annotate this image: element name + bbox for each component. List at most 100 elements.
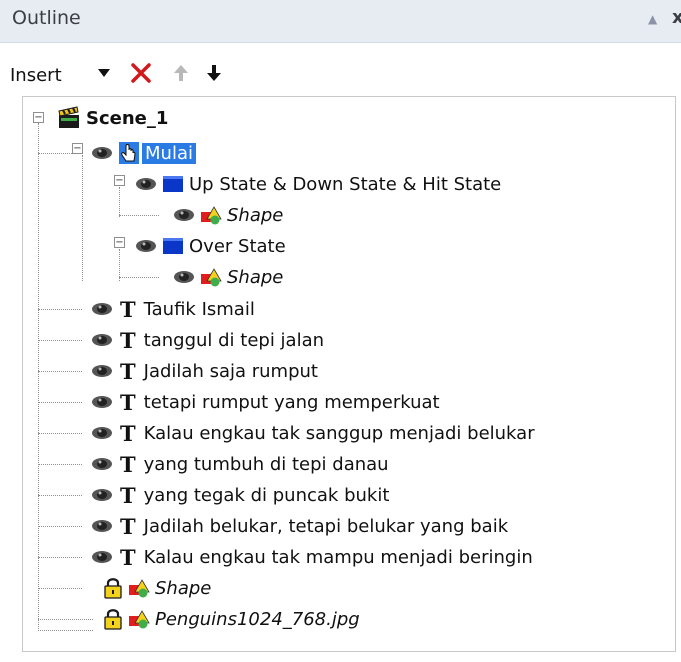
eye-icon <box>91 550 113 564</box>
text-label: Jadilah belukar, tetapi belukar yang bai… <box>143 515 509 537</box>
arrow-down-icon[interactable] <box>200 57 228 89</box>
blue-square-icon <box>162 175 184 193</box>
text-label: Jadilah saja rumput <box>143 360 318 382</box>
tree-item-text[interactable]: T Jadilah belukar, tetapi belukar yang b… <box>91 511 508 541</box>
tree-item-text[interactable]: T Jadilah saja rumput <box>91 356 318 386</box>
pin-icon[interactable]: ▲ <box>648 12 657 26</box>
eye-icon <box>91 488 113 502</box>
eye-icon <box>91 519 113 533</box>
collapse-toggle[interactable]: − <box>33 112 44 123</box>
tree-item-text[interactable]: T tetapi rumput yang memperkuat <box>91 387 440 417</box>
tree-item-locked-image[interactable]: Penguins1024_768.jpg <box>103 604 360 634</box>
tree-item-text[interactable]: T yang tumbuh di tepi danau <box>91 449 389 479</box>
state-label: Up State & Down State & Hit State <box>189 173 502 195</box>
tree-line <box>119 277 159 278</box>
tree-line <box>38 371 82 372</box>
text-label: yang tegak di puncak bukit <box>143 484 390 506</box>
tree-line <box>38 630 93 631</box>
text-type-icon: T <box>120 358 136 384</box>
tree-line <box>38 619 93 620</box>
eye-icon <box>173 208 195 222</box>
tree-line <box>38 557 82 558</box>
collapse-toggle[interactable]: − <box>72 143 83 154</box>
eye-icon <box>91 395 113 409</box>
text-label: Taufik Ismail <box>143 298 255 320</box>
tree-line <box>38 402 82 403</box>
text-type-icon: T <box>120 389 136 415</box>
text-type-icon: T <box>120 482 136 508</box>
tree-line <box>38 153 76 154</box>
tree-item-locked-shape[interactable]: Shape <box>103 573 211 603</box>
tree-item-shape[interactable]: Shape <box>173 262 283 292</box>
insert-button[interactable]: Insert <box>10 65 62 86</box>
eye-icon <box>91 457 113 471</box>
text-label: yang tumbuh di tepi danau <box>143 453 389 475</box>
outline-panel: Outline ▲ x Insert − − − − Scene_1 Mulai… <box>0 0 681 662</box>
tree-item-text[interactable]: T tanggul di tepi jalan <box>91 325 324 355</box>
tree-item-text[interactable]: T yang tegak di puncak bukit <box>91 480 389 510</box>
panel-title: Outline <box>12 7 81 29</box>
hand-pointer-icon <box>118 141 140 165</box>
text-type-icon: T <box>120 420 136 446</box>
lock-icon <box>103 577 123 599</box>
text-type-icon: T <box>120 451 136 477</box>
eye-icon <box>91 333 113 347</box>
tree-item-text[interactable]: T Kalau engkau tak sanggup menjadi beluk… <box>91 418 535 448</box>
shape-icon <box>128 609 150 629</box>
tree-line <box>38 588 82 589</box>
tree-line <box>38 123 39 631</box>
collapse-toggle[interactable]: − <box>114 237 125 248</box>
tree-line <box>38 433 82 434</box>
eye-icon <box>91 302 113 316</box>
shape-label: Shape <box>227 204 284 226</box>
tree-line <box>38 526 82 527</box>
tree-line <box>82 155 83 281</box>
tree-item-state[interactable]: Over State <box>135 231 286 261</box>
eye-icon <box>135 177 157 191</box>
text-label: tetapi rumput yang memperkuat <box>143 391 440 413</box>
tree-line <box>119 187 120 217</box>
arrow-up-icon[interactable] <box>167 57 195 89</box>
lock-icon <box>103 608 123 630</box>
tree-line <box>38 340 82 341</box>
outline-tree[interactable]: − − − − Scene_1 Mulai Up State & Down St… <box>22 96 676 652</box>
text-type-icon: T <box>120 513 136 539</box>
tree-line <box>119 215 159 216</box>
mulai-label: Mulai <box>142 142 196 164</box>
tree-item-text[interactable]: T Taufik Ismail <box>91 294 255 324</box>
close-icon[interactable]: x <box>672 7 681 28</box>
eye-icon <box>91 364 113 378</box>
delete-x-icon[interactable] <box>127 57 155 89</box>
text-label: Kalau engkau tak mampu menjadi beringin <box>143 546 533 568</box>
text-label: tanggul di tepi jalan <box>143 329 325 351</box>
tree-item-state[interactable]: Up State & Down State & Hit State <box>135 169 501 199</box>
shape-icon <box>128 578 150 598</box>
text-label: Kalau engkau tak sanggup menjadi belukar <box>143 422 535 444</box>
tree-item-scene[interactable]: Scene_1 <box>57 103 168 133</box>
eye-icon <box>173 270 195 284</box>
panel-titlebar: Outline ▲ x <box>0 0 681 43</box>
blue-square-icon <box>162 237 184 255</box>
tree-item-button[interactable]: Mulai <box>91 138 196 168</box>
shape-label: Shape <box>155 577 212 599</box>
clapperboard-icon <box>57 106 81 130</box>
image-label: Penguins1024_768.jpg <box>155 608 360 630</box>
tree-line <box>38 464 82 465</box>
text-type-icon: T <box>120 296 136 322</box>
shape-label: Shape <box>227 266 284 288</box>
eye-icon <box>91 426 113 440</box>
eye-icon <box>135 239 157 253</box>
shape-icon <box>200 267 222 287</box>
tree-item-shape[interactable]: Shape <box>173 200 283 230</box>
tree-line <box>38 495 82 496</box>
caret-down-icon[interactable] <box>90 57 118 89</box>
state-label: Over State <box>189 235 286 257</box>
scene-label: Scene_1 <box>86 107 169 129</box>
collapse-toggle[interactable]: − <box>114 175 125 186</box>
text-type-icon: T <box>120 327 136 353</box>
eye-icon <box>91 146 113 160</box>
tree-item-text[interactable]: T Kalau engkau tak mampu menjadi beringi… <box>91 542 533 572</box>
shape-icon <box>200 205 222 225</box>
text-type-icon: T <box>120 544 136 570</box>
tree-line <box>38 309 82 310</box>
